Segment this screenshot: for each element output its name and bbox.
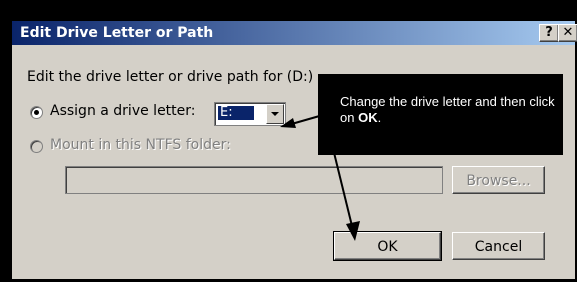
arrowhead-dropdown: [280, 118, 296, 128]
arrow-to-ok: [325, 119, 353, 227]
arrowhead-ok: [346, 221, 360, 241]
callout-arrows: [280, 114, 360, 241]
